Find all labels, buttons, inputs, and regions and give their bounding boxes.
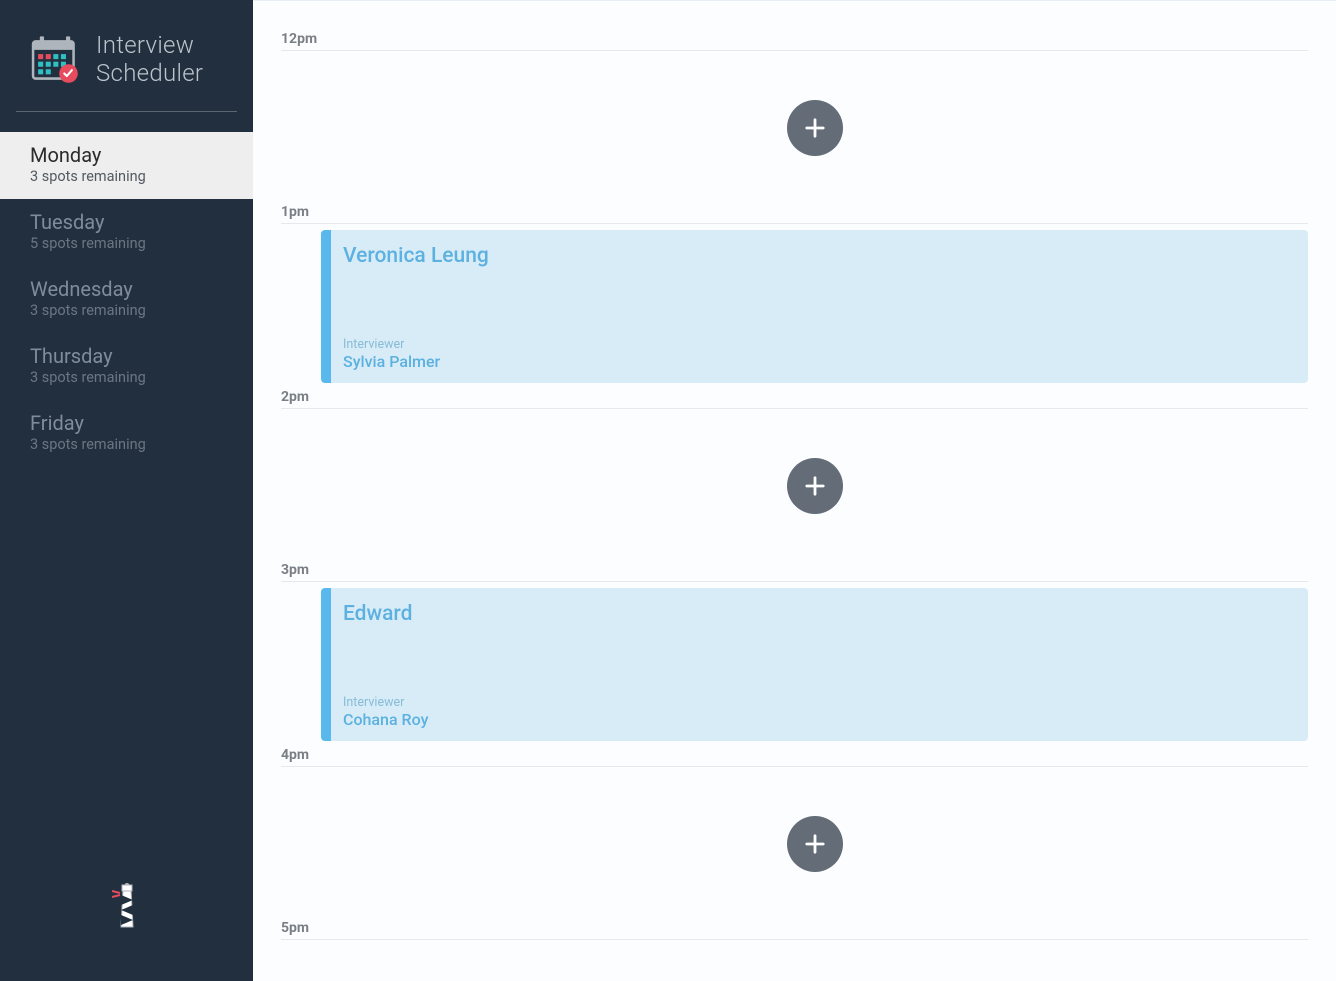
- empty-slot: [321, 767, 1308, 920]
- appointment-card[interactable]: Veronica Leung InterviewerSylvia Palmer: [321, 230, 1308, 383]
- sidebar-day-friday[interactable]: Friday3 spots remaining: [0, 400, 253, 467]
- plus-icon: [801, 830, 829, 858]
- add-appointment-button[interactable]: [787, 100, 843, 156]
- sidebar-divider: [16, 111, 237, 112]
- interviewer-label: Interviewer: [343, 337, 1288, 352]
- sidebar-day-wednesday[interactable]: Wednesday3 spots remaining: [0, 266, 253, 333]
- lighthouse-icon: [112, 883, 142, 935]
- add-appointment-button[interactable]: [787, 816, 843, 872]
- time-label: 12pm: [281, 31, 1308, 47]
- time-label: 4pm: [281, 747, 1308, 763]
- sidebar-day-monday[interactable]: Monday3 spots remaining: [0, 132, 253, 199]
- time-rule: [281, 939, 1308, 940]
- day-list: Monday3 spots remainingTuesday5 spots re…: [0, 132, 253, 467]
- sidebar-footer: [0, 883, 253, 981]
- day-spots: 3 spots remaining: [30, 369, 253, 386]
- appointment-card[interactable]: Edward InterviewerCohana Roy: [321, 588, 1308, 741]
- day-name: Thursday: [30, 344, 253, 368]
- app-logo: Interview Scheduler: [0, 0, 253, 87]
- day-name: Friday: [30, 411, 253, 435]
- student-name: Edward: [343, 602, 1288, 626]
- day-spots: 3 spots remaining: [30, 302, 253, 319]
- app-title-line-2: Scheduler: [96, 60, 203, 88]
- sidebar: Interview Scheduler Monday3 spots remain…: [0, 0, 253, 981]
- empty-slot: [321, 409, 1308, 562]
- time-rule: [281, 223, 1308, 224]
- day-spots: 5 spots remaining: [30, 235, 253, 252]
- student-name: Veronica Leung: [343, 244, 1288, 268]
- day-name: Tuesday: [30, 210, 253, 234]
- empty-slot: [321, 51, 1308, 204]
- interviewer-name: Sylvia Palmer: [343, 352, 1288, 371]
- time-label: 1pm: [281, 204, 1308, 220]
- app-title: Interview Scheduler: [96, 32, 203, 87]
- day-spots: 3 spots remaining: [30, 436, 253, 453]
- time-rule: [281, 581, 1308, 582]
- calendar-icon: [28, 33, 82, 87]
- sidebar-day-tuesday[interactable]: Tuesday5 spots remaining: [0, 199, 253, 266]
- plus-icon: [801, 114, 829, 142]
- plus-icon: [801, 472, 829, 500]
- interviewer-name: Cohana Roy: [343, 710, 1288, 729]
- time-label: 3pm: [281, 562, 1308, 578]
- schedule: 12pm1pmVeronica LeungInterviewerSylvia P…: [253, 0, 1336, 981]
- add-appointment-button[interactable]: [787, 458, 843, 514]
- interviewer-label: Interviewer: [343, 695, 1288, 710]
- sidebar-day-thursday[interactable]: Thursday3 spots remaining: [0, 333, 253, 400]
- day-name: Monday: [30, 143, 253, 167]
- time-label: 2pm: [281, 389, 1308, 405]
- app-title-line-1: Interview: [96, 32, 203, 60]
- day-name: Wednesday: [30, 277, 253, 301]
- day-spots: 3 spots remaining: [30, 168, 253, 185]
- time-label: 5pm: [281, 920, 1308, 936]
